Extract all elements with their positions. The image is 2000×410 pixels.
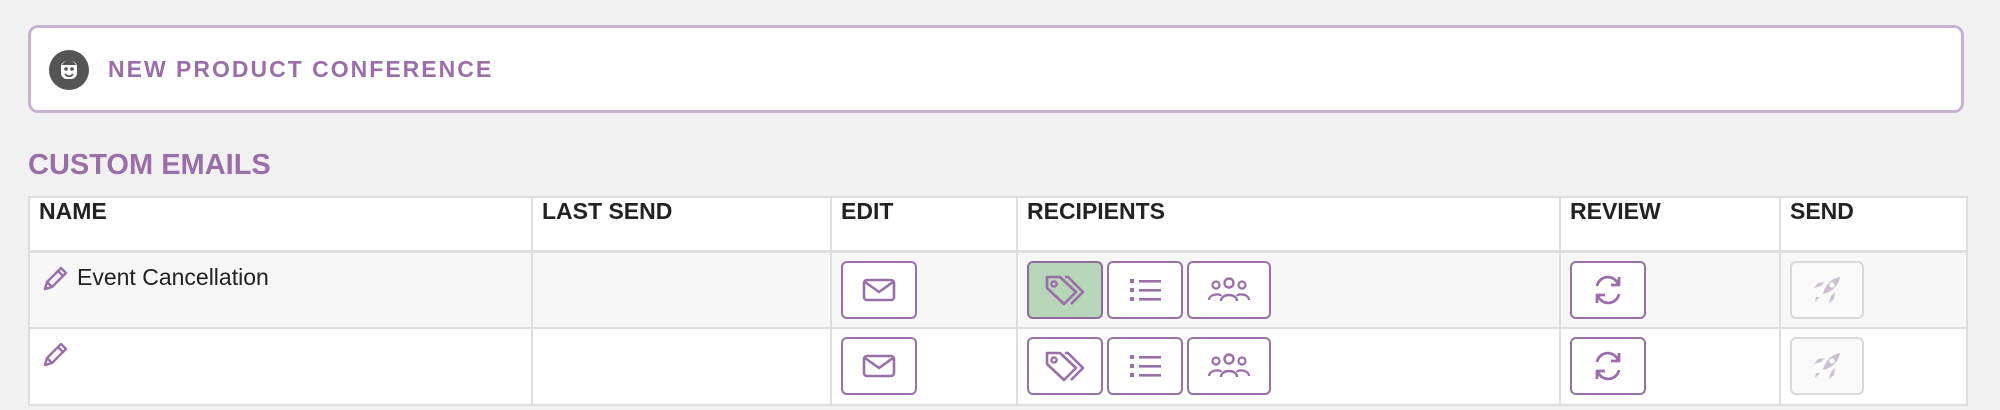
recipients-list-button[interactable] <box>1107 260 1183 319</box>
edit-email-button[interactable] <box>841 260 917 319</box>
last-send-cell <box>531 327 832 406</box>
recipients-groups-button[interactable] <box>1187 260 1271 319</box>
edit-email-button[interactable] <box>841 337 917 395</box>
table-row <box>28 327 1968 406</box>
conference-header: NEW PRODUCT CONFERENCE <box>28 25 1964 113</box>
column-header-send: SEND <box>1779 196 1968 253</box>
pencil-icon[interactable] <box>39 263 71 295</box>
section-title: CUSTOM EMAILS <box>28 149 271 181</box>
edit-cell <box>830 250 1018 329</box>
edit-cell <box>830 327 1018 406</box>
recipients-groups-button[interactable] <box>1187 337 1271 395</box>
recipients-cell <box>1016 327 1561 406</box>
column-header-name: NAME <box>28 196 533 253</box>
review-button[interactable] <box>1570 337 1646 395</box>
refresh-icon <box>1590 272 1626 308</box>
rocket-icon <box>1809 272 1845 308</box>
recipients-tags-button[interactable] <box>1027 260 1103 319</box>
name-cell <box>28 327 533 406</box>
refresh-icon <box>1590 348 1626 384</box>
tags-icon <box>1043 348 1087 384</box>
users-icon <box>1207 350 1251 382</box>
send-button[interactable] <box>1790 337 1864 395</box>
review-button[interactable] <box>1570 260 1646 319</box>
send-cell <box>1779 327 1968 406</box>
list-icon <box>1125 274 1165 306</box>
email-name: Event Cancellation <box>77 263 269 290</box>
tags-icon <box>1043 272 1087 308</box>
users-icon <box>1207 274 1251 306</box>
review-cell <box>1559 327 1781 406</box>
pencil-icon[interactable] <box>39 339 71 371</box>
name-cell: Event Cancellation <box>28 250 533 329</box>
custom-emails-table: NAME LAST SEND EDIT RECIPIENTS REVIEW SE… <box>28 196 1968 406</box>
table-header-row: NAME LAST SEND EDIT RECIPIENTS REVIEW SE… <box>28 196 1968 253</box>
rocket-icon <box>1809 348 1845 384</box>
last-send-cell <box>531 250 832 329</box>
send-cell <box>1779 250 1968 329</box>
column-header-last-send: LAST SEND <box>531 196 832 253</box>
table-row: Event Cancellation <box>28 250 1968 329</box>
recipients-list-button[interactable] <box>1107 337 1183 395</box>
send-button[interactable] <box>1790 260 1864 319</box>
recipients-cell <box>1016 250 1561 329</box>
conference-title: NEW PRODUCT CONFERENCE <box>108 56 494 82</box>
column-header-review: REVIEW <box>1559 196 1781 253</box>
mascot-face-icon <box>49 50 89 90</box>
recipients-tags-button[interactable] <box>1027 337 1103 395</box>
column-header-recipients: RECIPIENTS <box>1016 196 1561 253</box>
envelope-icon <box>861 352 897 380</box>
column-header-edit: EDIT <box>830 196 1018 253</box>
list-icon <box>1125 350 1165 382</box>
envelope-icon <box>861 276 897 304</box>
review-cell <box>1559 250 1781 329</box>
